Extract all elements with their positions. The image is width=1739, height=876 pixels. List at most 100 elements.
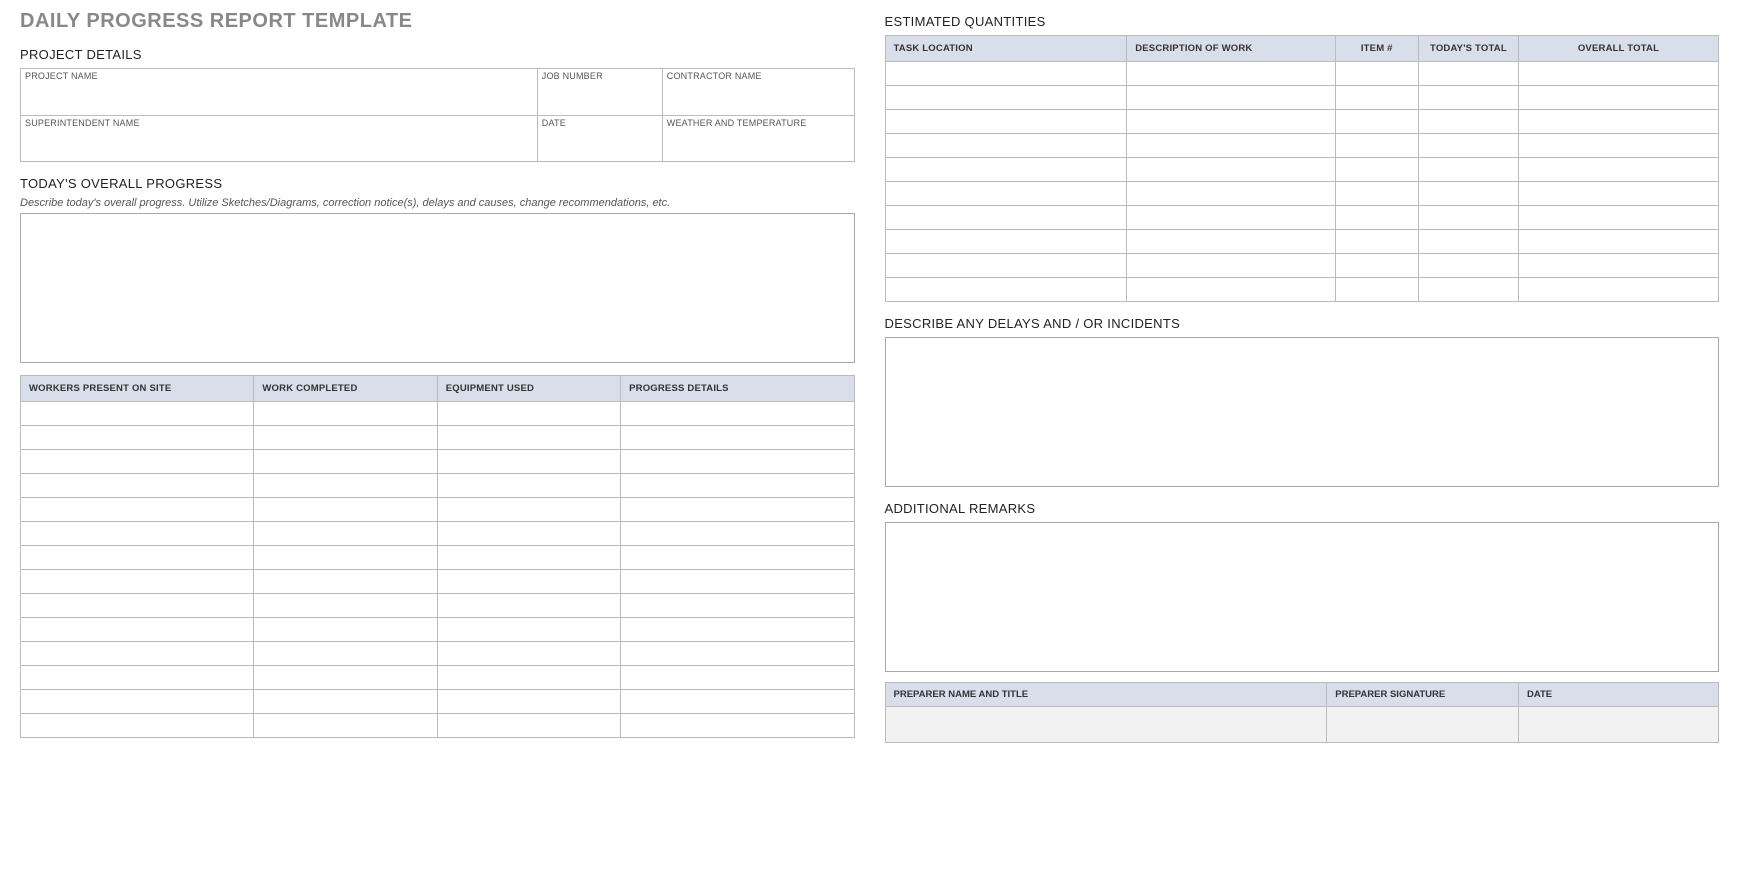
table-cell[interactable]	[1127, 158, 1335, 182]
input-delays[interactable]	[885, 337, 1720, 487]
table-cell[interactable]	[1127, 278, 1335, 302]
table-cell[interactable]	[1127, 182, 1335, 206]
table-cell[interactable]	[621, 450, 854, 474]
table-cell[interactable]	[621, 714, 854, 738]
table-cell[interactable]	[254, 450, 437, 474]
table-cell[interactable]	[1127, 110, 1335, 134]
table-cell[interactable]	[21, 666, 254, 690]
table-cell[interactable]	[1127, 134, 1335, 158]
table-cell[interactable]	[437, 474, 620, 498]
table-cell[interactable]	[254, 690, 437, 714]
input-job-number[interactable]	[537, 83, 662, 115]
table-cell[interactable]	[621, 546, 854, 570]
table-cell[interactable]	[1518, 110, 1718, 134]
table-cell[interactable]	[437, 546, 620, 570]
table-cell[interactable]	[21, 546, 254, 570]
table-cell[interactable]	[885, 206, 1127, 230]
table-cell[interactable]	[21, 714, 254, 738]
table-cell[interactable]	[21, 450, 254, 474]
table-cell[interactable]	[1335, 278, 1418, 302]
table-cell[interactable]	[437, 642, 620, 666]
table-cell[interactable]	[621, 570, 854, 594]
table-cell[interactable]	[1335, 254, 1418, 278]
input-date[interactable]	[537, 130, 662, 162]
table-cell[interactable]	[1418, 278, 1518, 302]
table-cell[interactable]	[885, 86, 1127, 110]
table-cell[interactable]	[1335, 158, 1418, 182]
table-cell[interactable]	[437, 714, 620, 738]
table-cell[interactable]	[437, 618, 620, 642]
table-cell[interactable]	[1518, 278, 1718, 302]
table-cell[interactable]	[621, 498, 854, 522]
table-cell[interactable]	[437, 690, 620, 714]
table-cell[interactable]	[621, 474, 854, 498]
table-cell[interactable]	[21, 642, 254, 666]
table-cell[interactable]	[1518, 230, 1718, 254]
table-cell[interactable]	[885, 254, 1127, 278]
table-cell[interactable]	[621, 402, 854, 426]
table-cell[interactable]	[1127, 86, 1335, 110]
table-cell[interactable]	[21, 618, 254, 642]
table-cell[interactable]	[1418, 182, 1518, 206]
table-cell[interactable]	[621, 690, 854, 714]
input-weather[interactable]	[662, 130, 854, 162]
table-cell[interactable]	[21, 570, 254, 594]
table-cell[interactable]	[885, 62, 1127, 86]
table-cell[interactable]	[1335, 230, 1418, 254]
table-cell[interactable]	[254, 618, 437, 642]
table-cell[interactable]	[621, 666, 854, 690]
table-cell[interactable]	[1127, 62, 1335, 86]
table-cell[interactable]	[885, 182, 1127, 206]
input-project-name[interactable]	[21, 83, 538, 115]
table-cell[interactable]	[621, 426, 854, 450]
table-cell[interactable]	[254, 594, 437, 618]
table-cell[interactable]	[437, 570, 620, 594]
table-cell[interactable]	[1335, 86, 1418, 110]
table-cell[interactable]	[1418, 110, 1518, 134]
table-cell[interactable]	[254, 546, 437, 570]
table-cell[interactable]	[21, 426, 254, 450]
table-cell[interactable]	[621, 594, 854, 618]
table-cell[interactable]	[621, 522, 854, 546]
table-cell[interactable]	[1518, 254, 1718, 278]
table-cell[interactable]	[437, 426, 620, 450]
table-cell[interactable]	[1335, 206, 1418, 230]
table-cell[interactable]	[1127, 206, 1335, 230]
table-cell[interactable]	[1518, 86, 1718, 110]
table-cell[interactable]	[1418, 134, 1518, 158]
input-superintendent-name[interactable]	[21, 130, 538, 162]
table-cell[interactable]	[437, 594, 620, 618]
table-cell[interactable]	[1418, 86, 1518, 110]
table-cell[interactable]	[1518, 158, 1718, 182]
table-cell[interactable]	[254, 714, 437, 738]
table-cell[interactable]	[1418, 62, 1518, 86]
input-preparer-name[interactable]	[885, 707, 1327, 743]
input-preparer-signature[interactable]	[1327, 707, 1519, 743]
table-cell[interactable]	[1518, 206, 1718, 230]
table-cell[interactable]	[254, 570, 437, 594]
table-cell[interactable]	[885, 230, 1127, 254]
input-contractor-name[interactable]	[662, 83, 854, 115]
table-cell[interactable]	[1518, 62, 1718, 86]
table-cell[interactable]	[885, 158, 1127, 182]
table-cell[interactable]	[437, 402, 620, 426]
table-cell[interactable]	[437, 498, 620, 522]
table-cell[interactable]	[1418, 206, 1518, 230]
table-cell[interactable]	[1518, 182, 1718, 206]
table-cell[interactable]	[254, 522, 437, 546]
table-cell[interactable]	[885, 134, 1127, 158]
table-cell[interactable]	[1418, 158, 1518, 182]
table-cell[interactable]	[1127, 254, 1335, 278]
table-cell[interactable]	[621, 618, 854, 642]
table-cell[interactable]	[1418, 254, 1518, 278]
table-cell[interactable]	[1418, 230, 1518, 254]
table-cell[interactable]	[437, 666, 620, 690]
table-cell[interactable]	[254, 642, 437, 666]
input-signoff-date[interactable]	[1518, 707, 1718, 743]
table-cell[interactable]	[21, 690, 254, 714]
input-overall-progress[interactable]	[20, 213, 855, 363]
table-cell[interactable]	[254, 666, 437, 690]
table-cell[interactable]	[21, 594, 254, 618]
table-cell[interactable]	[21, 498, 254, 522]
table-cell[interactable]	[437, 522, 620, 546]
